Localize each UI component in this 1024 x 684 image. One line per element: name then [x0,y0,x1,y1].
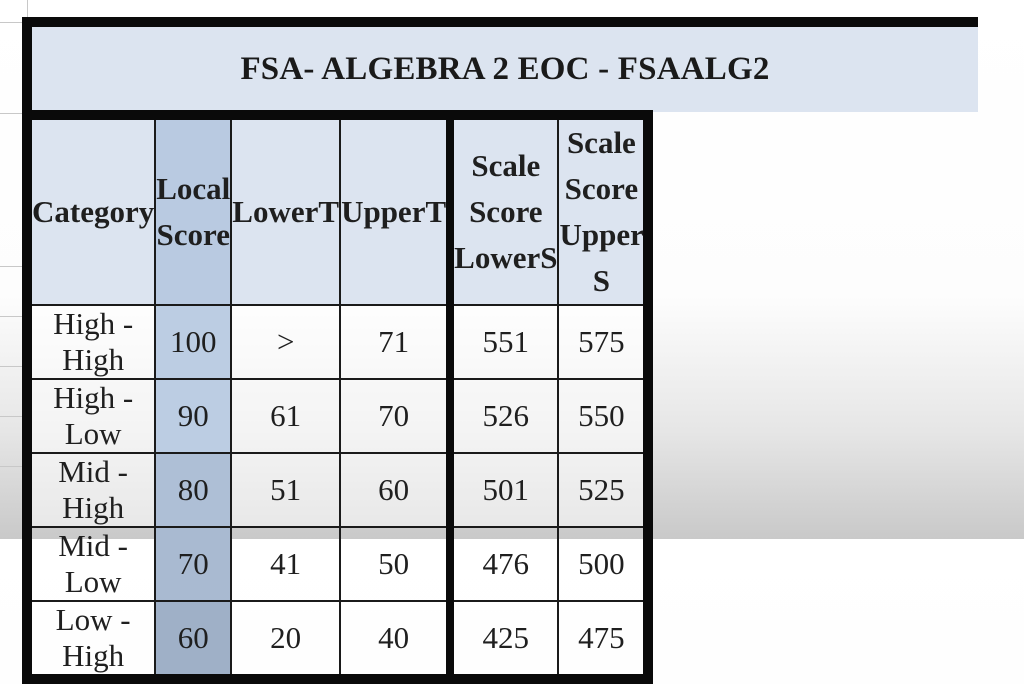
cell-upper-t[interactable]: 71 [339,304,452,380]
cell-scale-upper[interactable]: 575 [557,304,650,380]
cell-upper-t[interactable]: 50 [339,526,452,602]
spreadsheet-gridline [0,316,24,317]
header-lower-t[interactable]: LowerT [230,114,342,306]
cell-lower-t[interactable]: 51 [230,452,342,528]
cell-scale-upper[interactable]: 475 [557,600,650,680]
spreadsheet-gridline [0,22,24,23]
cell-scale-lower[interactable]: 425 [446,600,560,680]
header-local-score[interactable]: Local Score [154,114,233,306]
table-row: Low - High 60 20 40 425 475 [25,600,650,680]
header-line: Score [564,171,639,206]
score-table: Category Local Score LowerT UpperT Scale… [22,110,654,684]
table-row: High - High 100 > 71 551 575 [25,304,650,380]
header-line: Scale [566,125,636,160]
cell-category[interactable]: Mid - Low [25,526,157,602]
header-line: Local [156,171,231,206]
cell-upper-t[interactable]: 70 [339,378,452,454]
cell-lower-t[interactable]: 61 [230,378,342,454]
cell-scale-upper[interactable]: 525 [557,452,650,528]
header-scale-upper[interactable]: Scale Score Upper S [557,114,650,306]
cell-lower-t[interactable]: 20 [230,600,342,680]
cell-local-score[interactable]: 100 [154,304,233,380]
cell-lower-t[interactable]: 41 [230,526,342,602]
cell-upper-t[interactable]: 60 [339,452,452,528]
header-row: Category Local Score LowerT UpperT Scale… [25,114,650,306]
cell-category[interactable]: Mid - High [25,452,157,528]
header-scale-lower[interactable]: Scale Score LowerS [446,114,560,306]
table-row: Mid - Low 70 41 50 476 500 [25,526,650,602]
cell-scale-lower[interactable]: 551 [446,304,560,380]
cell-scale-upper[interactable]: 500 [557,526,650,602]
cell-local-score[interactable]: 60 [154,600,233,680]
spreadsheet-gridline [0,366,24,367]
cell-scale-upper[interactable]: 550 [557,378,650,454]
spreadsheet-gridline [0,416,24,417]
header-line: LowerS [454,240,558,275]
header-line: Scale [471,148,541,183]
spreadsheet-gridline [0,466,24,467]
cell-category[interactable]: High - High [25,304,157,380]
cell-upper-t[interactable]: 40 [339,600,452,680]
header-line: Score [469,194,543,229]
header-upper-t[interactable]: UpperT [339,114,452,306]
table-row: High - Low 90 61 70 526 550 [25,378,650,454]
spreadsheet-gridline [27,0,28,18]
table-title[interactable]: FSA- ALGEBRA 2 EOC - FSAALG2 [22,17,978,112]
spreadsheet-gridline [0,113,24,114]
cell-category[interactable]: Low - High [25,600,157,680]
header-line: Upper S [559,217,644,298]
cell-scale-lower[interactable]: 476 [446,526,560,602]
cell-scale-lower[interactable]: 526 [446,378,560,454]
spreadsheet-gridline [0,266,24,267]
cell-lower-t[interactable]: > [230,304,342,380]
cell-local-score[interactable]: 90 [154,378,233,454]
table-row: Mid - High 80 51 60 501 525 [25,452,650,528]
header-line: Score [156,217,230,252]
cell-category[interactable]: High - Low [25,378,157,454]
cell-scale-lower[interactable]: 501 [446,452,560,528]
header-category[interactable]: Category [25,114,157,306]
cell-local-score[interactable]: 80 [154,452,233,528]
cell-local-score[interactable]: 70 [154,526,233,602]
